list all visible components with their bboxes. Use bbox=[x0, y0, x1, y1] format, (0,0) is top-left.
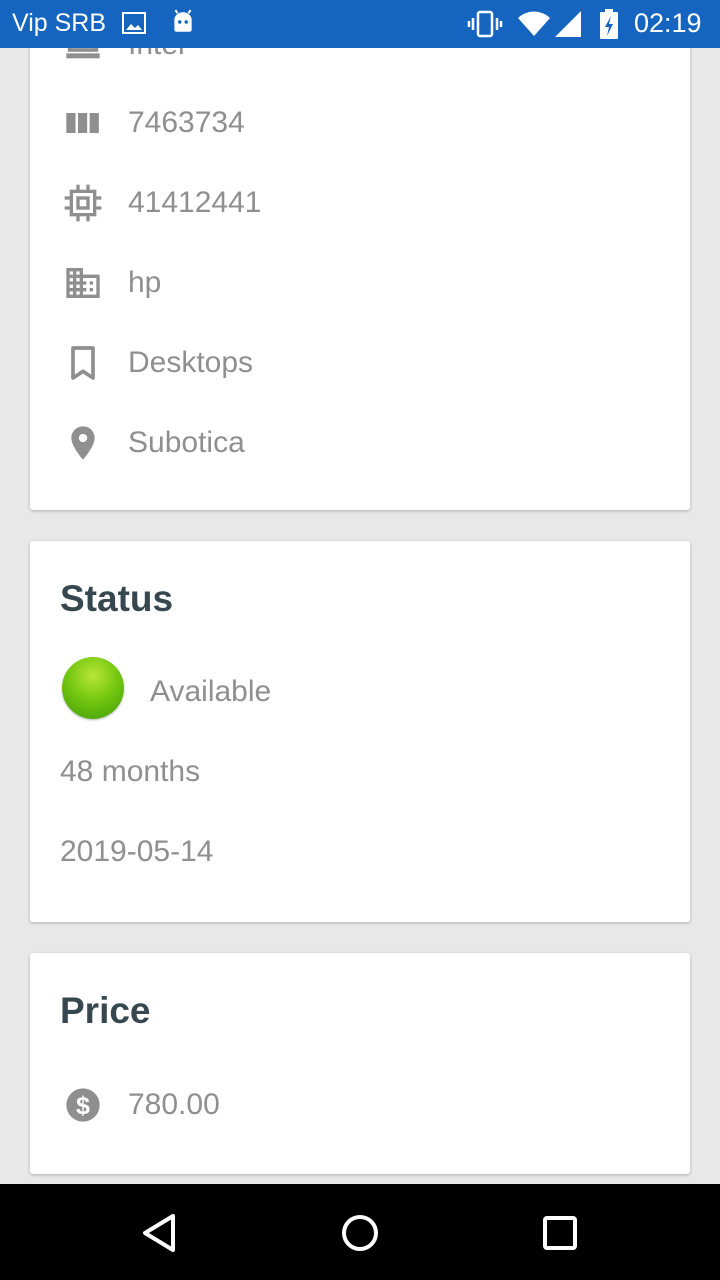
location-pin-icon bbox=[71, 426, 95, 460]
detail-serial-text: 7463734 bbox=[128, 106, 245, 139]
signal-icon bbox=[555, 11, 581, 37]
barcode-icon bbox=[66, 113, 99, 133]
clock: 02:19 bbox=[634, 8, 702, 38]
status-card: Status Available 48 months 2019-05-14 bbox=[30, 541, 690, 922]
navigation-bar bbox=[0, 1184, 720, 1280]
date-text: 2019-05-14 bbox=[60, 835, 214, 868]
android-icon bbox=[174, 9, 192, 32]
home-icon[interactable] bbox=[335, 1208, 385, 1258]
detail-scroll-view[interactable]: Intel 7463734 41412441 bbox=[0, 0, 720, 1184]
wifi-icon bbox=[518, 11, 550, 36]
detail-location-text: Subotica bbox=[128, 426, 245, 459]
price-card: Price $ 780.00 bbox=[30, 953, 690, 1174]
carrier-name: Vip SRB bbox=[12, 9, 107, 37]
back-icon[interactable] bbox=[135, 1208, 185, 1258]
bookmark-icon bbox=[71, 346, 95, 380]
recents-icon[interactable] bbox=[535, 1208, 585, 1258]
status-bar: Vip SRB 02:19 bbox=[0, 0, 720, 48]
price-title: Price bbox=[60, 990, 151, 1031]
image-icon bbox=[122, 12, 146, 34]
detail-category-text: Desktops bbox=[128, 346, 254, 379]
battery-charging-icon bbox=[600, 9, 618, 39]
price-value: 780.00 bbox=[128, 1088, 220, 1121]
status-indicator-icon bbox=[62, 657, 124, 719]
detail-chip-text: 41412441 bbox=[128, 186, 262, 219]
chip-icon bbox=[64, 184, 102, 222]
status-label: Available bbox=[150, 675, 272, 708]
status-title: Status bbox=[60, 578, 174, 619]
warranty-text: 48 months bbox=[60, 755, 201, 788]
vibrate-icon bbox=[467, 10, 503, 38]
dollar-icon: $ bbox=[66, 1088, 100, 1122]
details-card: Intel 7463734 41412441 bbox=[30, 0, 690, 510]
detail-manufacturer-text: hp bbox=[128, 266, 162, 299]
svg-text:$: $ bbox=[76, 1092, 90, 1120]
building-icon bbox=[66, 268, 100, 298]
